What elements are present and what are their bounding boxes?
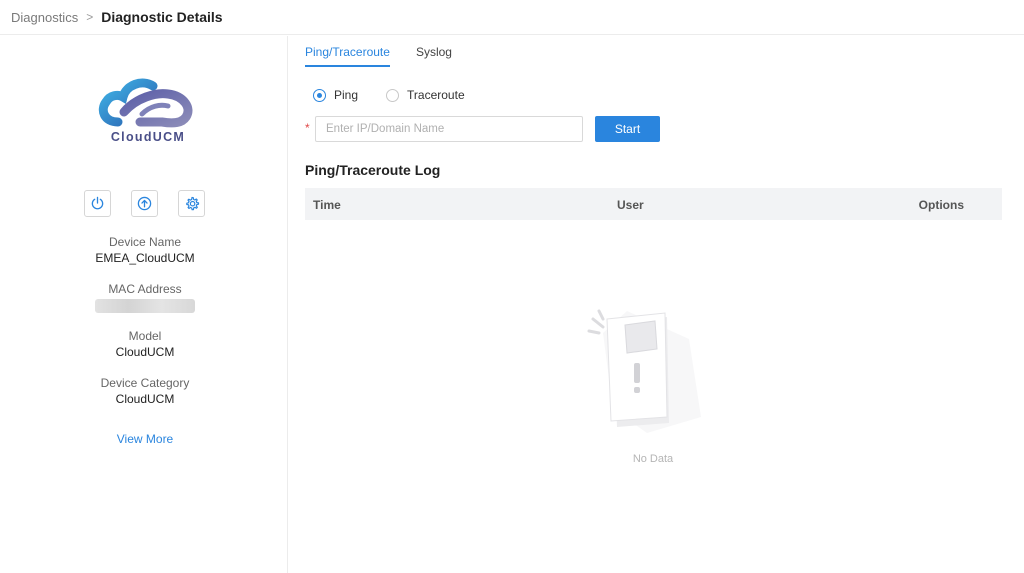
device-category-field: Device Category CloudUCM <box>0 376 290 407</box>
device-name-field: Device Name EMEA_CloudUCM <box>0 235 290 266</box>
mac-address-field: MAC Address <box>0 282 290 313</box>
column-header-time: Time <box>313 198 341 212</box>
page-title: Diagnostic Details <box>101 9 223 25</box>
radio-traceroute[interactable]: Traceroute <box>386 88 465 102</box>
start-button[interactable]: Start <box>595 116 660 142</box>
device-category-value: CloudUCM <box>115 392 175 406</box>
upload-icon <box>137 196 152 211</box>
radio-ping[interactable]: Ping <box>313 88 358 102</box>
empty-document-icon <box>587 309 701 433</box>
tab-bar: Ping/Traceroute Syslog <box>305 36 478 68</box>
column-header-options: Options <box>918 198 964 212</box>
device-category-label: Device Category <box>100 376 190 390</box>
mac-address-label: MAC Address <box>108 282 182 296</box>
clouducm-logo: CloudUCM <box>96 76 200 148</box>
log-table-header: Time User Options <box>305 188 1002 220</box>
no-data-text: No Data <box>632 453 674 465</box>
view-more-link[interactable]: View More <box>0 432 290 446</box>
required-asterisk: * <box>305 121 310 135</box>
device-name-value: EMEA_CloudUCM <box>95 251 195 265</box>
column-header-user: User <box>617 198 644 212</box>
logo-text: CloudUCM <box>110 130 186 144</box>
model-label: Model <box>128 329 162 343</box>
tab-syslog[interactable]: Syslog <box>416 36 452 67</box>
reboot-button[interactable] <box>84 190 111 217</box>
breadcrumb-diagnostics-link[interactable]: Diagnostics <box>11 10 78 25</box>
mac-address-redacted <box>95 299 195 313</box>
model-value: CloudUCM <box>115 345 175 359</box>
header-bar: Diagnostics > Diagnostic Details <box>0 0 1024 35</box>
radio-traceroute-label: Traceroute <box>407 88 465 102</box>
power-icon <box>91 196 104 210</box>
device-action-group <box>84 190 205 217</box>
radio-traceroute-indicator[interactable] <box>386 88 400 102</box>
device-info-panel: CloudUCM Device Name EMEA_CloudUCM MAC A… <box>0 36 288 573</box>
log-section-title: Ping/Traceroute Log <box>305 162 441 178</box>
tab-ping-traceroute[interactable]: Ping/Traceroute <box>305 36 390 67</box>
device-name-label: Device Name <box>108 235 182 249</box>
upgrade-button[interactable] <box>131 190 158 217</box>
ip-domain-input[interactable] <box>315 116 583 142</box>
breadcrumb-separator: > <box>86 10 94 24</box>
model-field: Model CloudUCM <box>0 329 290 360</box>
radio-ping-indicator[interactable] <box>313 88 326 102</box>
empty-state: No Data <box>585 305 715 475</box>
settings-button[interactable] <box>178 190 205 217</box>
radio-ping-label: Ping <box>334 88 359 102</box>
cloud-logo-icon <box>98 78 193 128</box>
gear-icon <box>185 196 199 210</box>
mode-radio-group: Ping Traceroute <box>313 88 493 102</box>
